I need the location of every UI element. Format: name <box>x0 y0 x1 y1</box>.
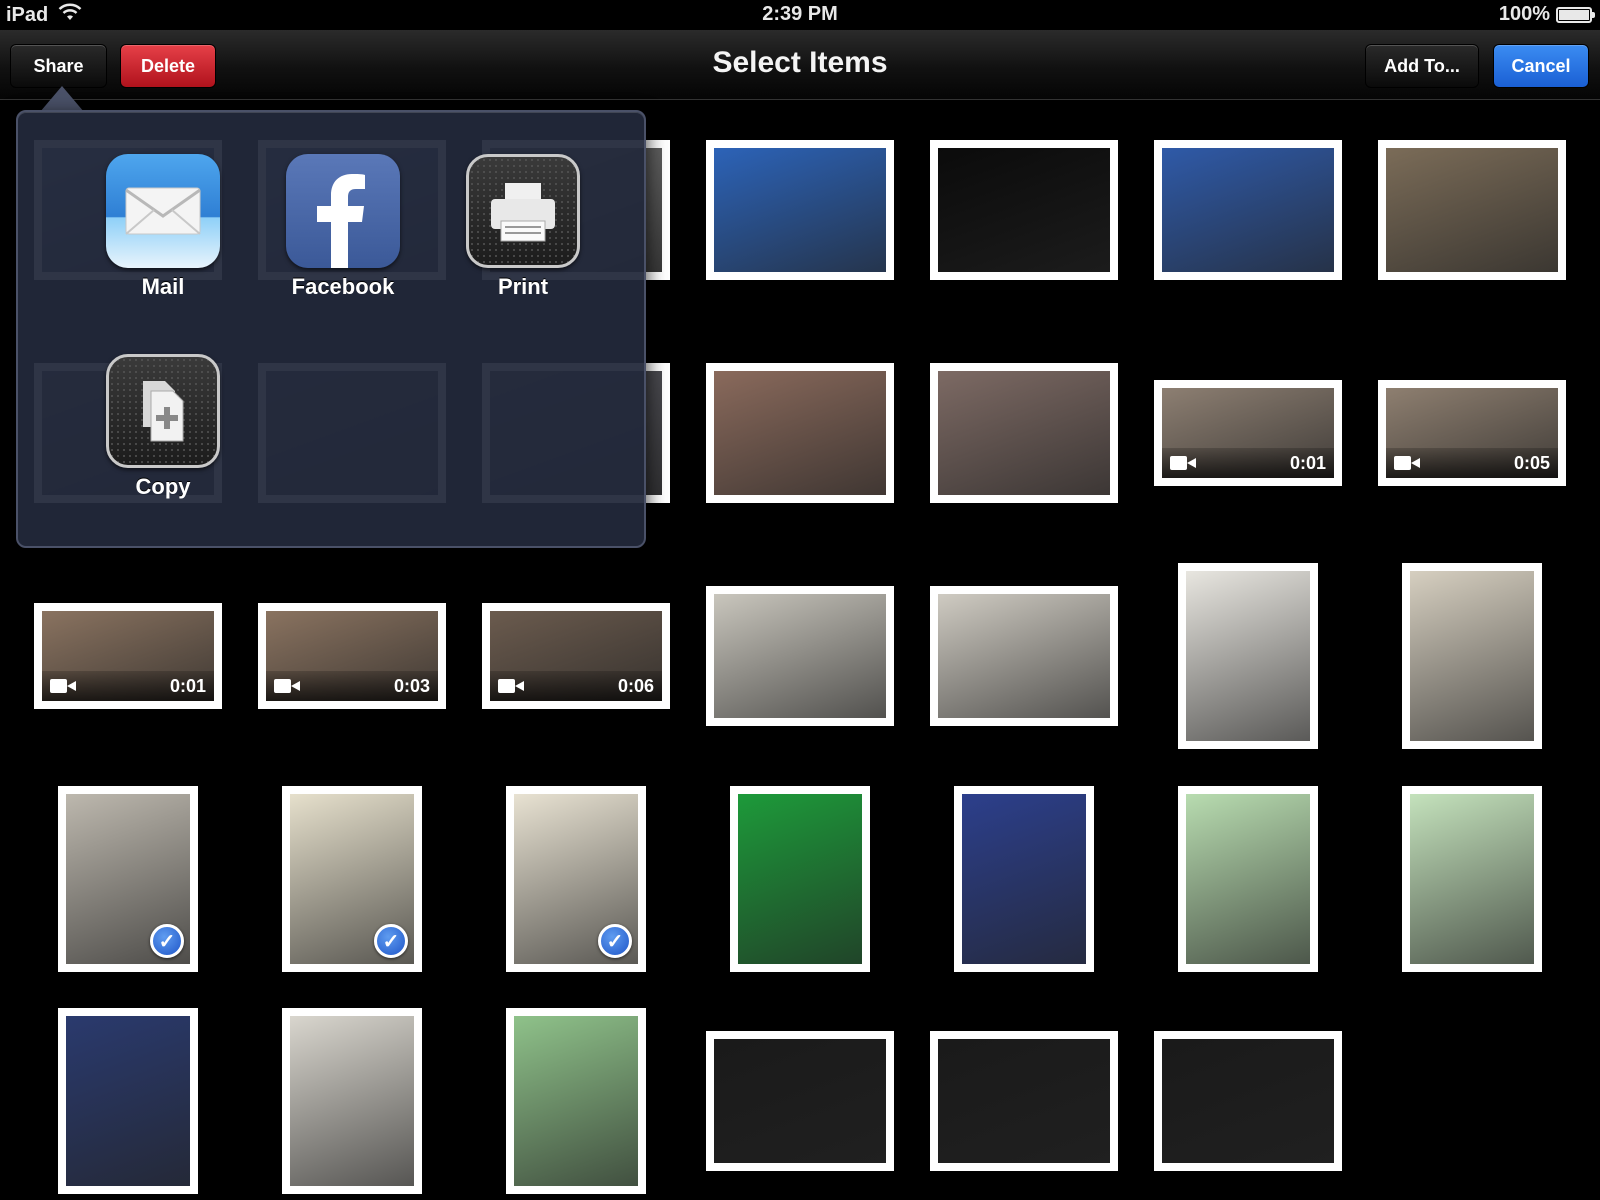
photo-thumbnail[interactable] <box>930 140 1118 280</box>
video-duration: 0:01 <box>169 675 206 696</box>
mail-icon <box>106 154 220 268</box>
photo-thumbnail[interactable] <box>282 1008 422 1194</box>
thumbnail-image: 0:03 <box>266 611 438 701</box>
thumbnail-image <box>290 1016 414 1186</box>
battery-percent: 100% <box>1498 3 1550 25</box>
thumbnail-image <box>1186 571 1310 741</box>
photo-thumbnail[interactable] <box>506 1008 646 1194</box>
thumbnail-image <box>514 1016 638 1186</box>
video-thumbnail[interactable]: 0:06 <box>482 603 670 709</box>
video-thumbnail[interactable]: 0:05 <box>1378 380 1566 486</box>
thumbnail-image: 0:05 <box>1386 388 1558 478</box>
selected-checkmark-icon: ✓ <box>598 924 632 958</box>
thumbnail-image <box>1162 1039 1334 1163</box>
cancel-button[interactable]: Cancel <box>1493 44 1589 88</box>
video-info-bar: 0:06 <box>490 671 662 701</box>
video-thumbnail[interactable]: 0:01 <box>34 603 222 709</box>
photo-thumbnail[interactable] <box>930 586 1118 726</box>
video-camera-icon <box>1170 456 1196 470</box>
thumbnail-image: 0:06 <box>490 611 662 701</box>
facebook-icon <box>286 154 400 268</box>
thumbnail-image <box>938 371 1110 495</box>
copy-icon <box>106 354 220 468</box>
print-icon <box>466 154 580 268</box>
thumbnail-image <box>938 1039 1110 1163</box>
thumbnail-image <box>962 794 1086 964</box>
share-copy-label: Copy <box>135 474 191 499</box>
thumbnail-image <box>714 148 886 272</box>
video-camera-icon <box>498 679 524 693</box>
photo-thumbnail[interactable] <box>1154 140 1342 280</box>
photo-thumbnail[interactable]: ✓ <box>58 786 198 972</box>
thumbnail-image <box>714 1039 886 1163</box>
photo-thumbnail[interactable] <box>706 140 894 280</box>
thumbnail-image <box>1186 794 1310 964</box>
video-info-bar: 0:03 <box>266 671 438 701</box>
share-facebook[interactable]: Facebook <box>268 154 418 300</box>
photo-thumbnail[interactable]: ✓ <box>282 786 422 972</box>
photo-thumbnail[interactable] <box>930 363 1118 503</box>
photo-thumbnail[interactable] <box>730 786 870 972</box>
video-info-bar: 0:05 <box>1386 448 1558 478</box>
status-bar: iPad 2:39 PM 100% <box>0 0 1600 30</box>
share-facebook-label: Facebook <box>291 274 395 299</box>
thumbnail-image <box>714 594 886 718</box>
thumbnail-image <box>714 371 886 495</box>
thumbnail-image <box>1410 571 1534 741</box>
thumbnail-image <box>938 594 1110 718</box>
thumbnail-image <box>66 1016 190 1186</box>
share-mail[interactable]: Mail <box>88 154 238 300</box>
photo-thumbnail[interactable] <box>1178 563 1318 749</box>
thumbnail-image: 0:01 <box>42 611 214 701</box>
thumbnail-image <box>738 794 862 964</box>
video-duration: 0:06 <box>617 675 654 696</box>
photo-thumbnail[interactable] <box>1402 786 1542 972</box>
selected-checkmark-icon: ✓ <box>374 924 408 958</box>
thumbnail-image <box>1162 148 1334 272</box>
thumbnail-image: ✓ <box>514 794 638 964</box>
thumbnail-image <box>1386 148 1558 272</box>
thumbnail-image <box>1410 794 1534 964</box>
video-duration: 0:03 <box>393 675 430 696</box>
video-camera-icon <box>50 679 76 693</box>
share-print[interactable]: Print <box>448 154 598 300</box>
battery-icon <box>1556 6 1595 23</box>
photo-thumbnail[interactable] <box>706 586 894 726</box>
thumbnail-image <box>938 148 1110 272</box>
thumbnail-image: ✓ <box>66 794 190 964</box>
video-camera-icon <box>274 679 300 693</box>
add-to-button[interactable]: Add To... <box>1365 44 1479 88</box>
status-time: 2:39 PM <box>762 3 838 25</box>
popover-arrow <box>40 86 84 112</box>
share-popover: Mail Facebook Print Copy <box>16 110 646 548</box>
video-info-bar: 0:01 <box>1162 448 1334 478</box>
share-print-label: Print <box>497 274 549 299</box>
thumbnail-image: ✓ <box>290 794 414 964</box>
photo-thumbnail[interactable] <box>1378 140 1566 280</box>
photo-thumbnail[interactable]: ✓ <box>506 786 646 972</box>
video-camera-icon <box>1394 456 1420 470</box>
share-copy[interactable]: Copy <box>88 354 238 500</box>
video-thumbnail[interactable]: 0:03 <box>258 603 446 709</box>
share-mail-label: Mail <box>141 274 185 299</box>
video-thumbnail[interactable]: 0:01 <box>1154 380 1342 486</box>
photo-thumbnail[interactable] <box>58 1008 198 1194</box>
page-title: Select Items <box>712 46 888 79</box>
photo-thumbnail[interactable] <box>706 1031 894 1171</box>
video-duration: 0:01 <box>1289 452 1326 473</box>
selected-checkmark-icon: ✓ <box>150 924 184 958</box>
photo-thumbnail[interactable] <box>1154 1031 1342 1171</box>
photo-thumbnail[interactable] <box>954 786 1094 972</box>
toolbar: Share Delete Select Items Add To... Canc… <box>0 30 1600 100</box>
photo-thumbnail[interactable] <box>706 363 894 503</box>
video-info-bar: 0:01 <box>42 671 214 701</box>
thumbnail-image: 0:01 <box>1162 388 1334 478</box>
video-duration: 0:05 <box>1513 452 1550 473</box>
photo-thumbnail[interactable] <box>930 1031 1118 1171</box>
photo-thumbnail[interactable] <box>1402 563 1542 749</box>
photo-thumbnail[interactable] <box>1178 786 1318 972</box>
